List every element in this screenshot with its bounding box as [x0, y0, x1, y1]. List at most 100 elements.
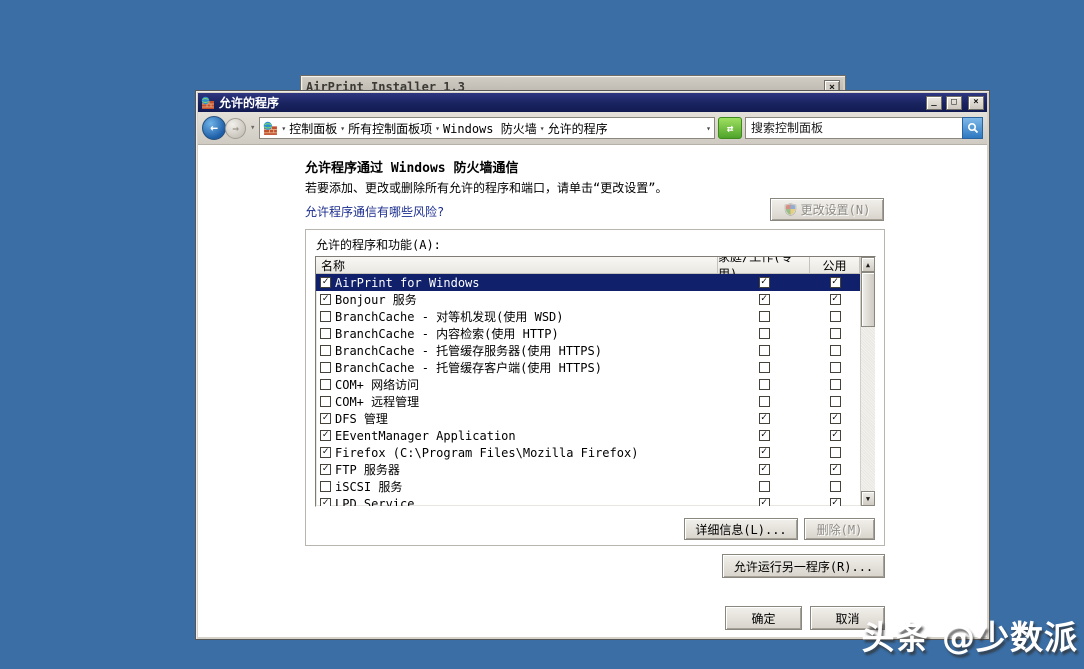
- public-checkbox[interactable]: [830, 447, 841, 458]
- home-work-checkbox[interactable]: [759, 345, 770, 356]
- program-row[interactable]: BranchCache - 对等机发现(使用 WSD): [316, 308, 860, 325]
- home-work-checkbox[interactable]: [759, 328, 770, 339]
- home-work-checkbox[interactable]: [759, 464, 770, 475]
- list-header: 名称 家庭/工作(专用) 公用: [316, 257, 860, 274]
- forward-button[interactable]: →: [225, 118, 246, 139]
- risk-help-link[interactable]: 允许程序通信有哪些风险?: [305, 203, 444, 220]
- program-row[interactable]: COM+ 网络访问: [316, 376, 860, 393]
- program-checkbox[interactable]: [320, 294, 331, 305]
- home-work-checkbox[interactable]: [759, 396, 770, 407]
- close-button[interactable]: ×: [968, 96, 984, 110]
- public-checkbox[interactable]: [830, 294, 841, 305]
- history-dropdown-icon[interactable]: ▾: [249, 123, 256, 133]
- program-checkbox[interactable]: [320, 447, 331, 458]
- programs-listbox: 名称 家庭/工作(专用) 公用 AirPrint for WindowsBonj…: [315, 256, 876, 507]
- search-box: [745, 117, 983, 139]
- home-work-checkbox[interactable]: [759, 498, 770, 506]
- back-button[interactable]: ←: [202, 116, 226, 140]
- program-checkbox[interactable]: [320, 430, 331, 441]
- scroll-down-icon[interactable]: ▼: [861, 491, 875, 506]
- home-work-checkbox[interactable]: [759, 447, 770, 458]
- program-row[interactable]: iSCSI 服务: [316, 478, 860, 495]
- program-row[interactable]: BranchCache - 托管缓存客户端(使用 HTTPS): [316, 359, 860, 376]
- details-button[interactable]: 详细信息(L)...: [684, 518, 798, 540]
- programs-list: AirPrint for WindowsBonjour 服务BranchCach…: [316, 274, 860, 506]
- search-input[interactable]: [745, 117, 962, 139]
- scrollbar-track[interactable]: [861, 327, 875, 491]
- home-work-checkbox[interactable]: [759, 277, 770, 288]
- program-checkbox[interactable]: [320, 311, 331, 322]
- list-scrollbar[interactable]: ▲ ▼: [860, 257, 875, 506]
- ok-button[interactable]: 确定: [725, 606, 802, 630]
- program-row[interactable]: FTP 服务器: [316, 461, 860, 478]
- public-checkbox[interactable]: [830, 464, 841, 475]
- program-name: COM+ 网络访问: [335, 376, 419, 393]
- program-row[interactable]: COM+ 远程管理: [316, 393, 860, 410]
- public-checkbox[interactable]: [830, 379, 841, 390]
- program-checkbox[interactable]: [320, 345, 331, 356]
- search-icon[interactable]: [962, 117, 983, 139]
- chevron-down-icon[interactable]: ▾: [281, 124, 286, 133]
- breadcrumb-windows-firewall[interactable]: Windows 防火墙: [443, 120, 537, 137]
- home-work-checkbox[interactable]: [759, 379, 770, 390]
- public-checkbox[interactable]: [830, 345, 841, 356]
- public-checkbox[interactable]: [830, 277, 841, 288]
- window-title: 允许的程序: [219, 94, 922, 111]
- public-checkbox[interactable]: [830, 311, 841, 322]
- chevron-down-icon[interactable]: ▾: [540, 124, 545, 133]
- home-work-checkbox[interactable]: [759, 413, 770, 424]
- change-settings-button[interactable]: 更改设置(N): [770, 198, 884, 221]
- column-header-name[interactable]: 名称: [316, 257, 718, 273]
- program-checkbox[interactable]: [320, 277, 331, 288]
- allow-another-program-button[interactable]: 允许运行另一程序(R)...: [722, 554, 885, 578]
- home-work-checkbox[interactable]: [759, 362, 770, 373]
- program-checkbox[interactable]: [320, 498, 331, 506]
- column-header-home-work[interactable]: 家庭/工作(专用): [718, 257, 810, 273]
- scrollbar-thumb[interactable]: [861, 272, 875, 327]
- breadcrumb-allowed-programs[interactable]: 允许的程序: [548, 120, 608, 137]
- address-bar[interactable]: ▾ 控制面板 ▾ 所有控制面板项 ▾ Windows 防火墙 ▾ 允许的程序 ▾: [259, 117, 715, 139]
- program-checkbox[interactable]: [320, 396, 331, 407]
- program-row[interactable]: BranchCache - 内容检索(使用 HTTP): [316, 325, 860, 342]
- public-checkbox[interactable]: [830, 396, 841, 407]
- program-checkbox[interactable]: [320, 328, 331, 339]
- program-checkbox[interactable]: [320, 362, 331, 373]
- maximize-button[interactable]: □: [946, 96, 962, 110]
- program-row[interactable]: LPD Service: [316, 495, 860, 506]
- program-row[interactable]: BranchCache - 托管缓存服务器(使用 HTTPS): [316, 342, 860, 359]
- home-work-checkbox[interactable]: [759, 311, 770, 322]
- breadcrumb-control-panel[interactable]: 控制面板: [289, 120, 337, 137]
- titlebar[interactable]: 允许的程序 _ □ ×: [198, 93, 987, 112]
- program-row[interactable]: Bonjour 服务: [316, 291, 860, 308]
- program-checkbox[interactable]: [320, 413, 331, 424]
- program-row[interactable]: EEventManager Application: [316, 427, 860, 444]
- program-checkbox[interactable]: [320, 379, 331, 390]
- home-work-checkbox[interactable]: [759, 481, 770, 492]
- program-name: iSCSI 服务: [335, 478, 402, 495]
- public-checkbox[interactable]: [830, 413, 841, 424]
- chevron-down-icon[interactable]: ▾: [340, 124, 345, 133]
- program-checkbox[interactable]: [320, 481, 331, 492]
- minimize-button[interactable]: _: [926, 96, 942, 110]
- program-row[interactable]: Firefox (C:\Program Files\Mozilla Firefo…: [316, 444, 860, 461]
- public-checkbox[interactable]: [830, 481, 841, 492]
- home-work-checkbox[interactable]: [759, 430, 770, 441]
- scroll-up-icon[interactable]: ▲: [861, 257, 875, 272]
- remove-button[interactable]: 删除(M): [804, 518, 875, 540]
- program-checkbox[interactable]: [320, 464, 331, 475]
- breadcrumb-all-items[interactable]: 所有控制面板项: [348, 120, 432, 137]
- home-work-checkbox[interactable]: [759, 294, 770, 305]
- column-header-public[interactable]: 公用: [810, 257, 860, 273]
- program-row[interactable]: DFS 管理: [316, 410, 860, 427]
- public-checkbox[interactable]: [830, 328, 841, 339]
- public-checkbox[interactable]: [830, 430, 841, 441]
- program-row[interactable]: AirPrint for Windows: [316, 274, 860, 291]
- address-dropdown-icon[interactable]: ▾: [706, 124, 711, 133]
- public-checkbox[interactable]: [830, 498, 841, 506]
- chevron-down-icon[interactable]: ▾: [435, 124, 440, 133]
- public-checkbox[interactable]: [830, 362, 841, 373]
- refresh-button[interactable]: ⇄: [718, 117, 742, 139]
- main-content: 允许程序通过 Windows 防火墙通信 若要添加、更改或删除所有允许的程序和端…: [198, 145, 987, 637]
- firewall-icon: [201, 96, 215, 110]
- description-text: 若要添加、更改或删除所有允许的程序和端口，请单击“更改设置”。: [305, 179, 667, 196]
